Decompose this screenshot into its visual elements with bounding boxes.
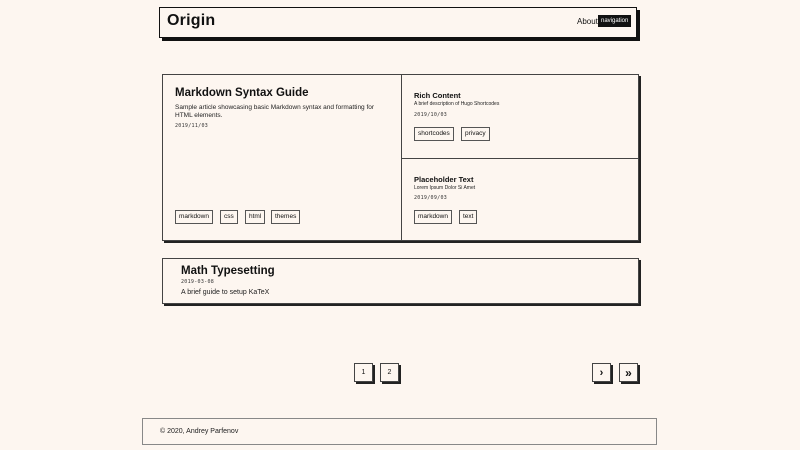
- math-post-description: A brief guide to setup KaTeX: [181, 289, 270, 296]
- tag-markdown[interactable]: markdown: [175, 210, 213, 224]
- math-post-title[interactable]: Math Typesetting: [181, 265, 275, 277]
- math-post-date: 2019-03-08: [181, 279, 215, 285]
- tag-css[interactable]: css: [220, 210, 238, 224]
- site-footer: © 2020, Andrey Parfenov: [142, 418, 657, 445]
- featured-post-description: Sample article showcasing basic Markdown…: [175, 104, 375, 119]
- math-typesetting-post: Math Typesetting 2019-03-08 A brief guid…: [162, 258, 639, 304]
- posts-grid: Markdown Syntax Guide Sample article sho…: [162, 74, 639, 241]
- page-1-button[interactable]: 1: [354, 363, 373, 382]
- navigation-button[interactable]: navigation: [598, 15, 632, 27]
- site-title[interactable]: Origin: [167, 12, 215, 30]
- tag-markdown-2[interactable]: markdown: [414, 210, 452, 224]
- last-page-button[interactable]: »: [619, 363, 638, 382]
- nav-about-link[interactable]: About: [577, 17, 598, 26]
- placeholder-text-date: 2019/09/03: [414, 195, 448, 201]
- featured-post-date: 2019/11/03: [175, 123, 209, 129]
- tag-privacy[interactable]: privacy: [461, 127, 490, 141]
- site-header: Origin About navigation: [159, 7, 637, 38]
- footer-copyright: © 2020, Andrey Parfenov: [160, 428, 239, 435]
- chevron-right-icon: ›: [599, 366, 604, 379]
- placeholder-text-description: Lorem Ipsum Dolor Si Amet: [414, 185, 476, 191]
- rich-content-date: 2019/10/03: [414, 112, 448, 118]
- tag-text[interactable]: text: [459, 210, 478, 224]
- page-2-button[interactable]: 2: [380, 363, 399, 382]
- tag-themes[interactable]: themes: [271, 210, 301, 224]
- next-page-button[interactable]: ›: [592, 363, 611, 382]
- double-chevron-right-icon: »: [625, 365, 632, 380]
- tag-html[interactable]: html: [245, 210, 266, 224]
- rich-content-description: A brief description of Hugo Shortcodes: [414, 101, 500, 107]
- featured-post-title[interactable]: Markdown Syntax Guide: [175, 87, 309, 99]
- rich-content-title[interactable]: Rich Content: [414, 91, 461, 100]
- tag-shortcodes[interactable]: shortcodes: [414, 127, 454, 141]
- divider-horizontal: [401, 158, 639, 159]
- placeholder-text-title[interactable]: Placeholder Text: [414, 175, 473, 184]
